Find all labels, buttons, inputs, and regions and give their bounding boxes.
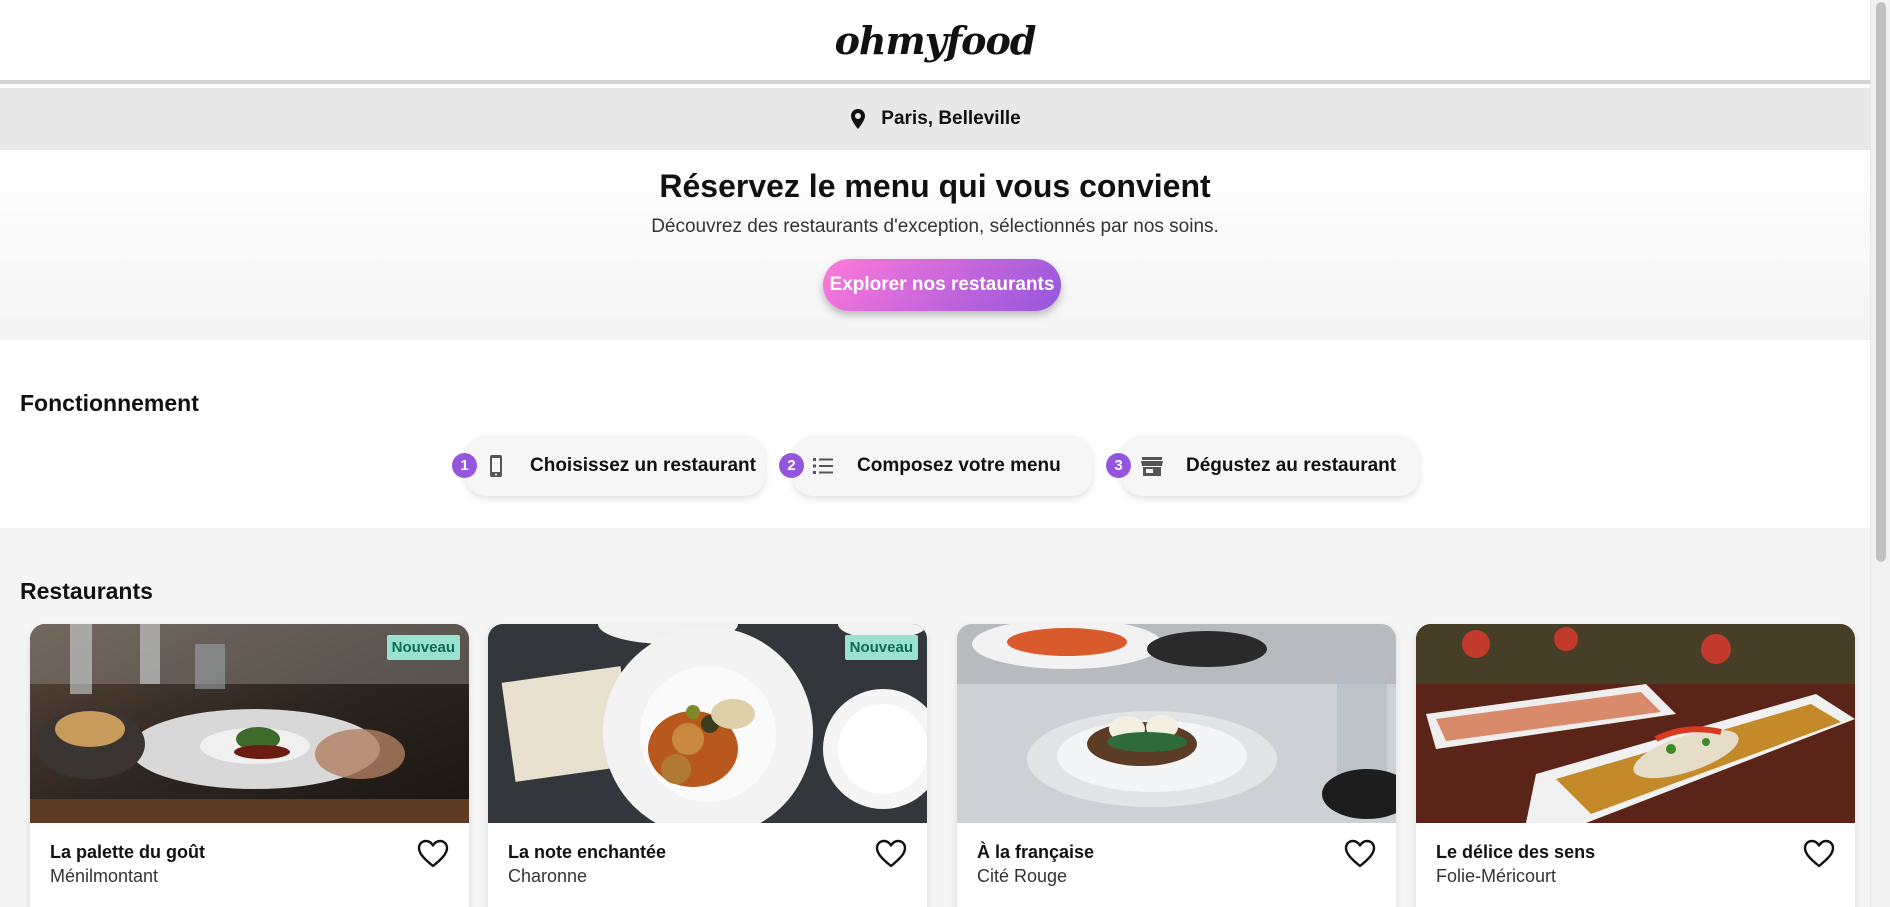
page: ohmyfood Paris, Belleville Réservez le m… [0,0,1870,907]
site-header: ohmyfood [0,0,1870,84]
heart-icon[interactable] [875,839,907,869]
restaurant-name: Le délice des sens [1436,842,1596,862]
restaurant-card[interactable]: À la française Cité Rouge [957,624,1396,907]
step-2: Composez votre menu [793,436,1092,496]
restaurants-title: Restaurants [20,578,153,604]
new-badge: Nouveau [844,635,918,660]
site-logo[interactable]: ohmyfood [835,18,1037,63]
restaurants-section: Restaurants Nouveau La palette du goût M… [0,528,1870,907]
step-3: Dégustez au restaurant [1122,436,1419,496]
heart-icon[interactable] [1803,839,1835,869]
location-pin-icon [851,109,866,129]
step-3-number: 3 [1106,453,1131,478]
restaurant-name: La palette du goût [50,842,205,862]
heart-icon[interactable] [417,839,449,869]
step-1: Choisissez un restaurant [466,436,765,496]
new-badge: Nouveau [386,635,460,660]
hero-section: Réservez le menu qui vous convient Décou… [0,150,1870,340]
location-bar: Paris, Belleville [0,88,1870,150]
restaurant-photo [957,624,1396,823]
list-icon [813,458,833,474]
step-1-number: 1 [452,453,477,478]
location-label: Paris, Belleville [881,108,1021,129]
restaurant-area: Ménilmontant [50,866,159,886]
restaurant-area: Folie-Méricourt [1436,866,1557,886]
restaurant-card[interactable]: Nouveau La palette du goût Ménilmontant [30,624,469,907]
restaurant-name: À la française [977,842,1095,862]
restaurant-card[interactable]: Le délice des sens Folie-Méricourt [1416,624,1855,907]
vertical-scrollbar[interactable] [1870,0,1890,907]
explore-restaurants-button[interactable]: Explorer nos restaurants [823,259,1061,311]
restaurant-name: La note enchantée [508,842,667,862]
how-it-works-title: Fonctionnement [20,390,199,416]
step-2-number: 2 [779,453,804,478]
step-1-label: Choisissez un restaurant [530,455,756,476]
store-icon [1141,457,1163,476]
mobile-phone-icon [490,455,502,477]
restaurant-area: Charonne [508,866,588,886]
hero-subtitle: Découvrez des restaurants d'exception, s… [651,216,1219,237]
heart-icon[interactable] [1344,839,1376,869]
step-3-label: Dégustez au restaurant [1186,455,1397,476]
how-it-works-section: Fonctionnement 1 Choisissez un restauran… [0,340,1870,528]
restaurant-photo [1416,624,1855,823]
hero-title: Réservez le menu qui vous convient [659,168,1211,204]
restaurant-area: Cité Rouge [977,866,1068,886]
scrollbar-thumb[interactable] [1876,2,1886,562]
restaurant-card[interactable]: Nouveau La note enchantée Charonne [488,624,927,907]
step-2-label: Composez votre menu [857,455,1061,476]
